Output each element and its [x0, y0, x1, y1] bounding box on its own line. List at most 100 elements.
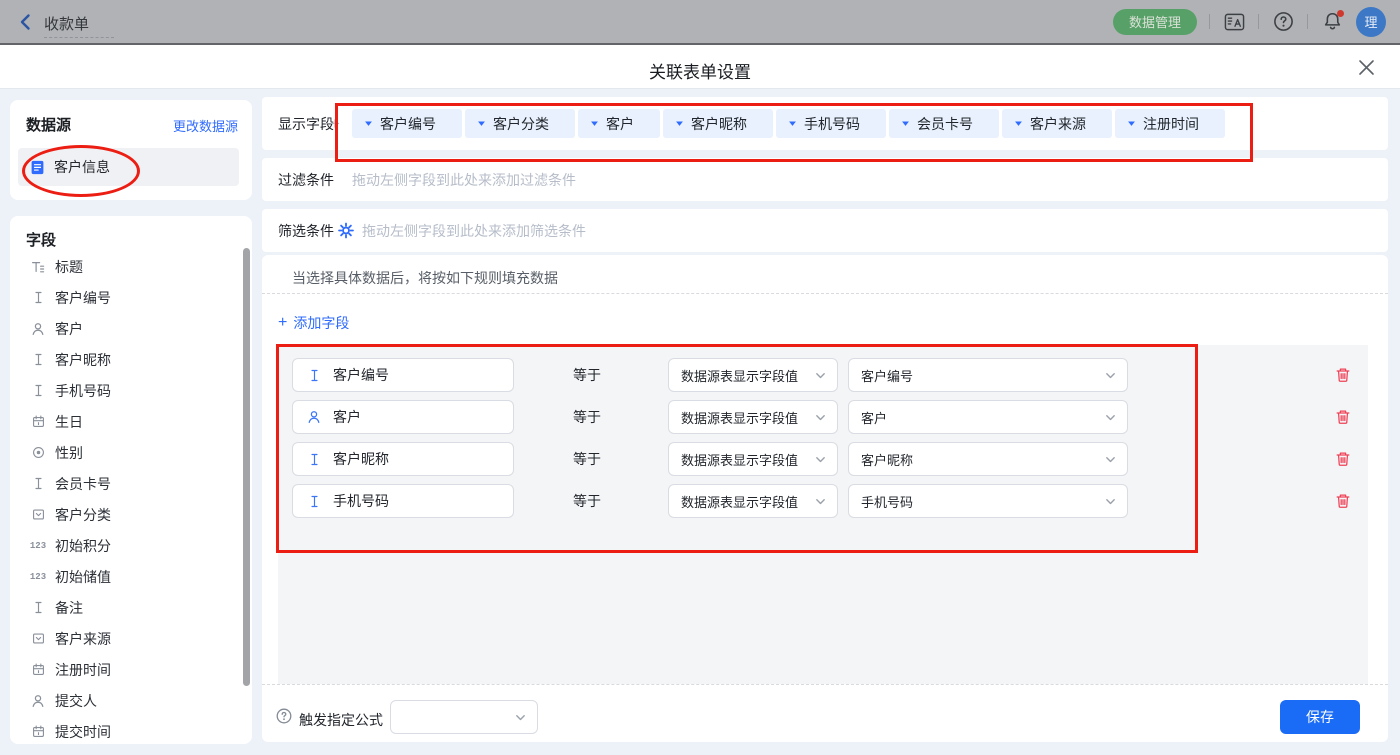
rule-value-select[interactable]: 客户 [848, 400, 1128, 434]
user-icon [30, 693, 46, 709]
display-field-tag[interactable]: 客户分类 [465, 109, 575, 138]
triangle-down-icon [477, 119, 486, 128]
filter-condition-placeholder: 拖动左侧字段到此处来添加过滤条件 [352, 170, 576, 190]
rule-field[interactable]: 客户昵称 [292, 442, 514, 476]
trash-icon[interactable] [1335, 493, 1351, 509]
text-icon [30, 600, 46, 616]
rule-value-select[interactable]: 客户编号 [848, 358, 1128, 392]
field-list-item-label: 客户分类 [55, 505, 111, 525]
field-list-item-label: 注册时间 [55, 660, 111, 680]
display-field-tag-label: 客户昵称 [691, 114, 747, 134]
display-field-tag[interactable]: 客户昵称 [663, 109, 773, 138]
field-list-item-label: 性别 [55, 443, 83, 463]
display-fields-label: 显示字段 [278, 114, 334, 134]
trash-icon[interactable] [1335, 409, 1351, 425]
triangle-down-icon [590, 119, 599, 128]
field-list-item[interactable]: 提交人 [10, 685, 252, 716]
display-field-tag[interactable]: 客户来源 [1002, 109, 1112, 138]
data-manage-button[interactable]: 数据管理 [1113, 9, 1197, 35]
rule-value-select[interactable]: 客户昵称 [848, 442, 1128, 476]
chevron-down-icon [514, 711, 527, 724]
rule-value-select[interactable]: 手机号码 [848, 484, 1128, 518]
form-doc-icon [29, 159, 45, 175]
fields-panel: 字段 标题 客户编号 客户 客户昵称 手机号码 [10, 216, 252, 744]
rule-source-select[interactable]: 数据源表显示字段值 [668, 400, 838, 434]
operator-label: 等于 [573, 491, 601, 511]
calendar-icon [30, 414, 46, 430]
chevron-down-icon [814, 369, 827, 382]
field-list-item[interactable]: 性别 [10, 437, 252, 468]
field-list-item[interactable]: 客户分类 [10, 499, 252, 530]
display-field-tag[interactable]: 会员卡号 [889, 109, 999, 138]
select-icon [30, 631, 46, 647]
field-list-item[interactable]: 提交时间 [10, 716, 252, 747]
gear-icon[interactable] [338, 222, 355, 239]
save-button[interactable]: 保存 [1280, 700, 1360, 734]
title-icon [30, 259, 46, 275]
rule-field-label: 客户 [333, 407, 361, 427]
trash-icon[interactable] [1335, 451, 1351, 467]
rule-field[interactable]: 手机号码 [292, 484, 514, 518]
chevron-down-icon [814, 495, 827, 508]
filter-condition-row[interactable]: 过滤条件 拖动左侧字段到此处来添加过滤条件 [262, 158, 1388, 201]
rule-row: 手机号码 等于 数据源表显示字段值 手机号码 [292, 484, 1354, 518]
trash-icon[interactable] [1335, 367, 1351, 383]
field-list-item[interactable]: 客户 [10, 313, 252, 344]
field-list-item[interactable]: 客户昵称 [10, 344, 252, 375]
field-list-item[interactable]: 客户来源 [10, 623, 252, 654]
fields-panel-title: 字段 [26, 229, 56, 250]
field-list-item[interactable]: 注册时间 [10, 654, 252, 685]
bell-icon[interactable] [1320, 10, 1344, 34]
add-field-button[interactable]: + 添加字段 [278, 313, 349, 333]
text-icon [306, 493, 322, 509]
field-list-item-label: 备注 [55, 598, 83, 618]
text-icon [306, 451, 322, 467]
field-list-item[interactable]: 生日 [10, 406, 252, 437]
display-field-tag-label: 客户编号 [380, 114, 436, 134]
add-display-field-button[interactable]: + [330, 114, 340, 134]
change-datasource-link[interactable]: 更改数据源 [173, 116, 238, 135]
field-list-item[interactable]: 会员卡号 [10, 468, 252, 499]
display-field-tag-label: 会员卡号 [917, 114, 973, 134]
display-field-tag-label: 客户 [606, 114, 634, 134]
text-icon [30, 383, 46, 399]
close-icon[interactable] [1358, 59, 1375, 76]
rule-source-select[interactable]: 数据源表显示字段值 [668, 484, 838, 518]
rule-source-select[interactable]: 数据源表显示字段值 [668, 442, 838, 476]
display-field-tag[interactable]: 手机号码 [776, 109, 886, 138]
datasource-selected-label: 客户信息 [54, 157, 110, 177]
display-field-tag-label: 客户分类 [493, 114, 549, 134]
translate-icon[interactable] [1222, 10, 1246, 34]
rule-rows: 客户编号 等于 数据源表显示字段值 客户编号 [292, 358, 1354, 518]
rule-field[interactable]: 客户编号 [292, 358, 514, 392]
topbar: 收款单 数据管理 理 [0, 0, 1400, 45]
operator-label: 等于 [573, 449, 601, 469]
rule-field-label: 客户编号 [333, 365, 389, 385]
field-list-item[interactable]: 客户编号 [10, 282, 252, 313]
field-list-item[interactable]: 123 初始积分 [10, 530, 252, 561]
avatar[interactable]: 理 [1356, 7, 1386, 37]
datasource-selected-item[interactable]: 客户信息 [18, 148, 239, 186]
rule-source-select[interactable]: 数据源表显示字段值 [668, 358, 838, 392]
trigger-formula-select[interactable] [390, 700, 538, 734]
text-icon [30, 290, 46, 306]
display-field-tags: 客户编号 客户分类 客户 客户昵称 手机号码 会员卡号 [352, 97, 1225, 150]
select-icon [30, 507, 46, 523]
display-field-tag[interactable]: 客户 [578, 109, 660, 138]
field-list-item[interactable]: 备注 [10, 592, 252, 623]
field-list-item-label: 初始储值 [55, 567, 111, 587]
field-list-item[interactable]: 123 初始储值 [10, 561, 252, 592]
field-list-item[interactable]: 标题 [10, 251, 252, 282]
display-field-tag[interactable]: 注册时间 [1115, 109, 1225, 138]
fields-scrollbar[interactable] [243, 248, 250, 686]
field-list-item[interactable]: 手机号码 [10, 375, 252, 406]
screen-condition-row[interactable]: 筛选条件 拖动左侧字段到此处来添加筛选条件 [262, 209, 1388, 252]
help-circle-icon[interactable] [276, 708, 292, 724]
calendar-icon [30, 724, 46, 740]
rule-field[interactable]: 客户 [292, 400, 514, 434]
triangle-down-icon [1014, 119, 1023, 128]
app-window: 收款单 数据管理 理 关联表单设置 [0, 0, 1400, 755]
display-field-tag[interactable]: 客户编号 [352, 109, 462, 138]
help-icon[interactable] [1271, 10, 1295, 34]
field-list-item-label: 客户 [55, 319, 83, 339]
